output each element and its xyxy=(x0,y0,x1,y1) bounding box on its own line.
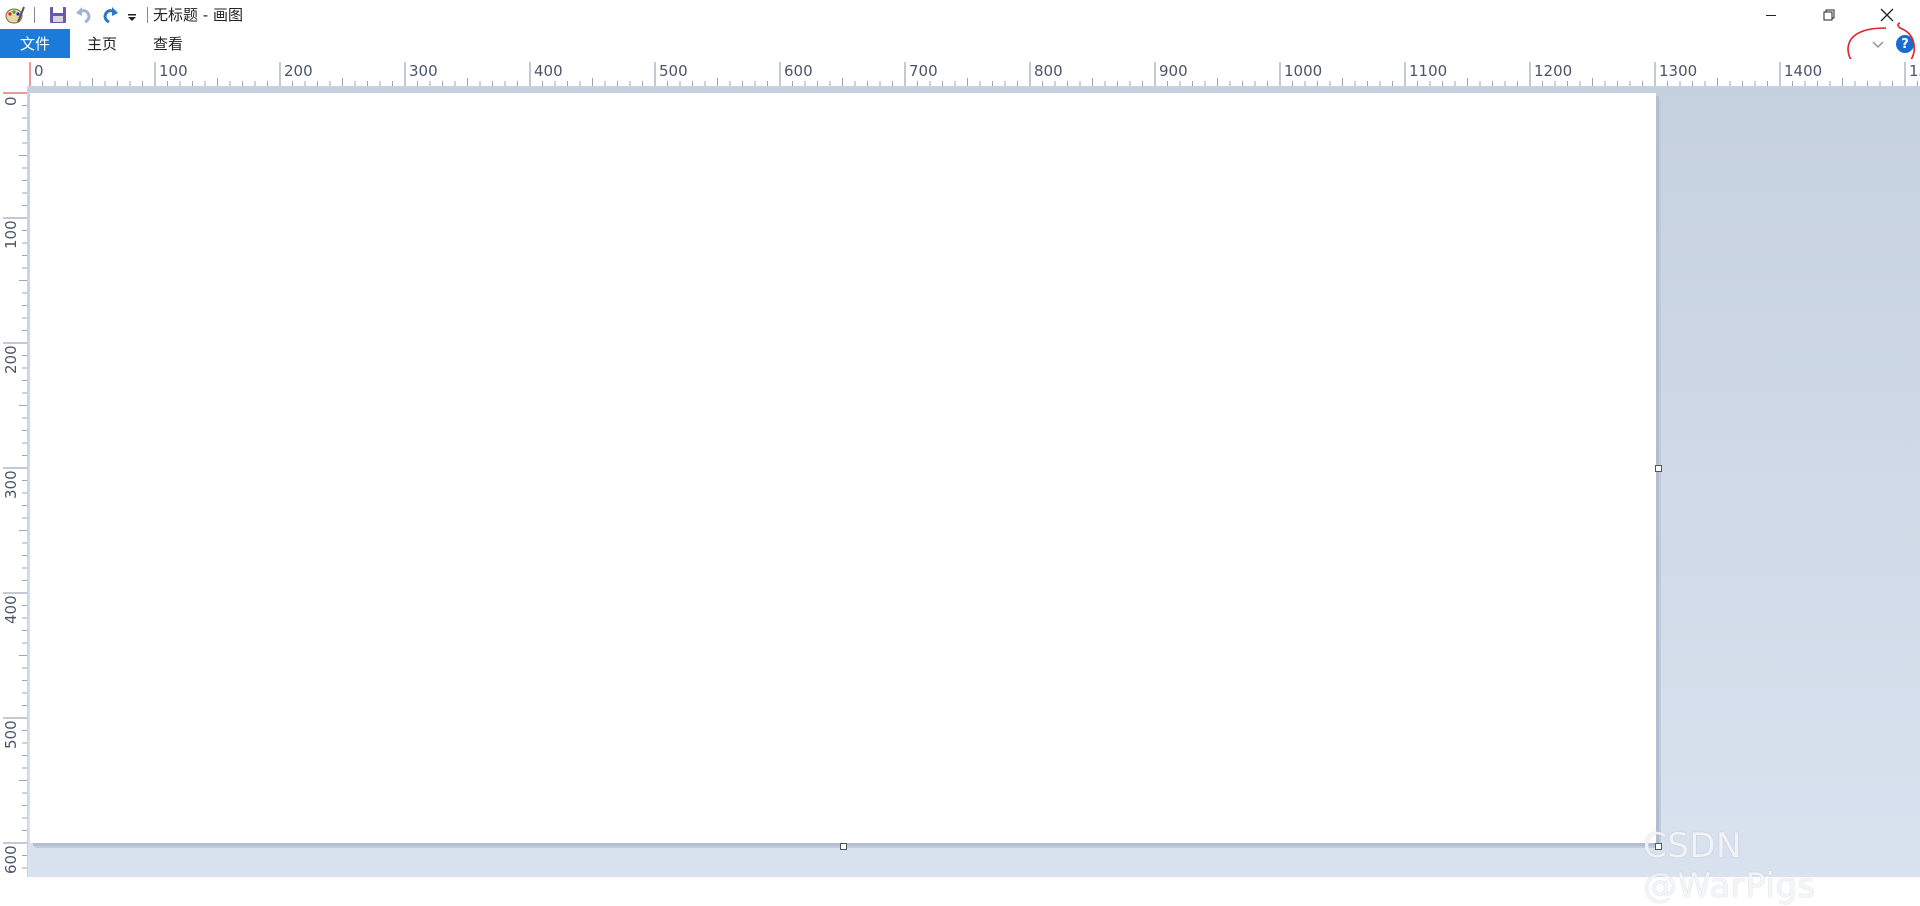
tab-home[interactable]: 主页 xyxy=(70,29,134,58)
ruler-label: 100 xyxy=(159,62,188,80)
collapse-ribbon-button[interactable] xyxy=(1868,34,1888,54)
title-bar: 无标题 - 画图 xyxy=(0,0,1920,29)
close-button[interactable] xyxy=(1858,0,1916,29)
tab-file[interactable]: 文件 xyxy=(0,29,70,58)
ruler-label: 500 xyxy=(2,720,20,749)
window-title: 无标题 - 画图 xyxy=(153,6,243,24)
customize-dropdown-icon[interactable] xyxy=(125,4,139,26)
ruler-label: 200 xyxy=(2,345,20,374)
minimize-icon xyxy=(1766,14,1776,16)
ruler-label: 500 xyxy=(659,62,688,80)
ruler-label: 1300 xyxy=(1659,62,1697,80)
save-icon[interactable] xyxy=(47,4,69,26)
tab-view[interactable]: 查看 xyxy=(134,29,202,58)
restore-icon xyxy=(1823,9,1835,20)
ruler-label: 0 xyxy=(34,62,44,80)
resize-handle-bottom[interactable] xyxy=(840,843,847,850)
ruler-label: 400 xyxy=(534,62,563,80)
toolbar-separator xyxy=(34,6,35,23)
ruler-label: 600 xyxy=(2,845,20,874)
restore-button[interactable] xyxy=(1800,0,1858,29)
ruler-label: 1500 xyxy=(1909,62,1920,80)
ruler-label: 300 xyxy=(409,62,438,80)
ruler-label: 600 xyxy=(784,62,813,80)
chevron-down-icon xyxy=(1872,41,1884,48)
undo-icon[interactable] xyxy=(73,4,95,26)
minimize-button[interactable] xyxy=(1742,0,1800,29)
redo-icon[interactable] xyxy=(99,4,121,26)
ruler-label: 1200 xyxy=(1534,62,1572,80)
resize-handle-right[interactable] xyxy=(1655,465,1662,472)
ruler-label: 100 xyxy=(2,220,20,249)
help-button[interactable]: ? xyxy=(1896,35,1914,53)
ruler-label: 0 xyxy=(2,96,20,106)
quick-access-toolbar xyxy=(0,0,156,29)
close-icon xyxy=(1880,8,1894,21)
ruler-label: 700 xyxy=(909,62,938,80)
paint-app-icon[interactable] xyxy=(4,4,26,26)
ruler-label: 1100 xyxy=(1409,62,1447,80)
ruler-label: 800 xyxy=(1034,62,1063,80)
ruler-label: 400 xyxy=(2,595,20,624)
ruler-label: 900 xyxy=(1159,62,1188,80)
ruler-label: 200 xyxy=(284,62,313,80)
drawing-canvas[interactable] xyxy=(30,93,1656,843)
watermark: CSDN @WarPigs xyxy=(1643,826,1816,906)
toolbar-separator xyxy=(147,6,148,23)
ruler-label: 1000 xyxy=(1284,62,1322,80)
ruler-label: 1400 xyxy=(1784,62,1822,80)
horizontal-ruler: 0 100 200 300 400 500 600 700 800 900 1000 1100 1200… xyxy=(0,59,1920,87)
ruler-label: 300 xyxy=(2,470,20,499)
ribbon-tab-bar: 文件 主页 查看 xyxy=(0,29,1920,59)
vertical-ruler: 0 100 200 300 400 500 600 xyxy=(0,86,28,877)
